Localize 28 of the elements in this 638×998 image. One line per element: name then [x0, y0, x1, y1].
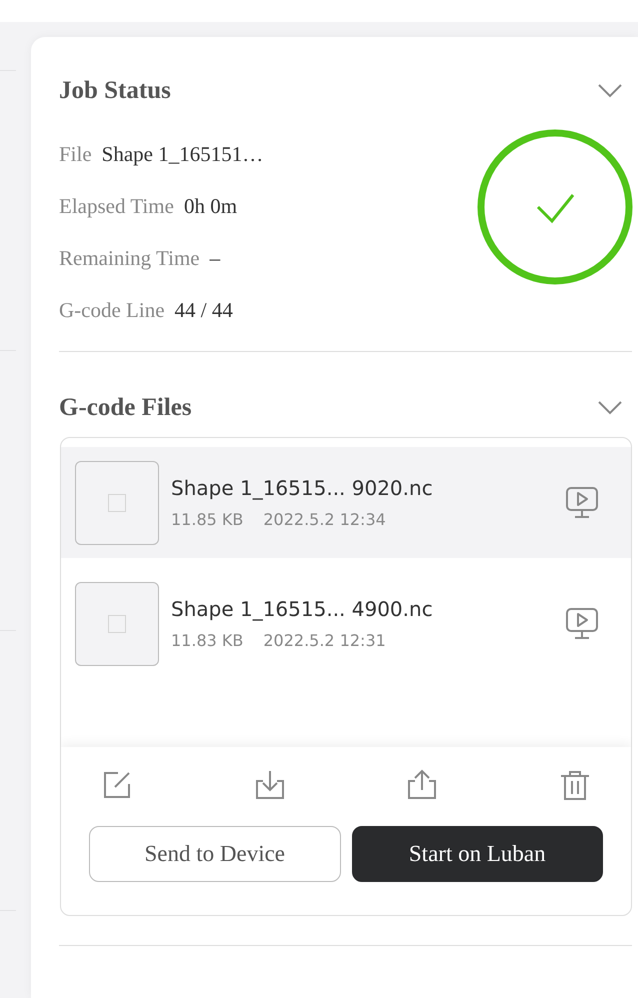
share-icon[interactable] [406, 769, 438, 801]
file-item[interactable]: Shape 1_16515... 9020.nc 11.85 KB 2022.5.2 12:34 [61, 447, 631, 558]
field-value: – [210, 245, 220, 272]
field-label: Elapsed Time [59, 193, 174, 220]
monitor-play-icon[interactable] [565, 606, 599, 640]
file-item[interactable]: Shape 1_16515... 4900.nc 11.83 KB 2022.5.2 12:31 [61, 568, 631, 679]
download-icon[interactable] [254, 769, 286, 801]
field-value: 0h 0m [184, 193, 238, 220]
chevron-down-icon[interactable] [598, 401, 622, 415]
file-name: Shape 1_16515... 9020.nc [171, 476, 434, 500]
file-date: 2022.5.2 12:31 [263, 631, 386, 650]
field-value: 44 / 44 [174, 297, 233, 324]
edit-icon[interactable] [101, 769, 133, 801]
chevron-down-icon[interactable] [598, 84, 622, 98]
file-size: 11.83 KB [171, 631, 244, 650]
monitor-play-icon[interactable] [565, 486, 599, 520]
field-label: G-code Line [59, 297, 165, 324]
section-title: Job Status [59, 77, 171, 105]
file-date: 2022.5.2 12:34 [263, 510, 386, 529]
file-size: 11.85 KB [171, 510, 244, 529]
file-name: Shape 1_16515... 4900.nc [171, 597, 434, 621]
field-value: Shape 1_165151… [102, 141, 264, 168]
section-title: G-code Files [59, 394, 192, 422]
trash-icon[interactable] [558, 769, 591, 801]
field-label: Remaining Time [59, 245, 200, 272]
send-button[interactable]: Send to Device [89, 826, 340, 882]
start-button[interactable]: Start on Luban [352, 826, 603, 882]
field-label: File [59, 141, 92, 168]
